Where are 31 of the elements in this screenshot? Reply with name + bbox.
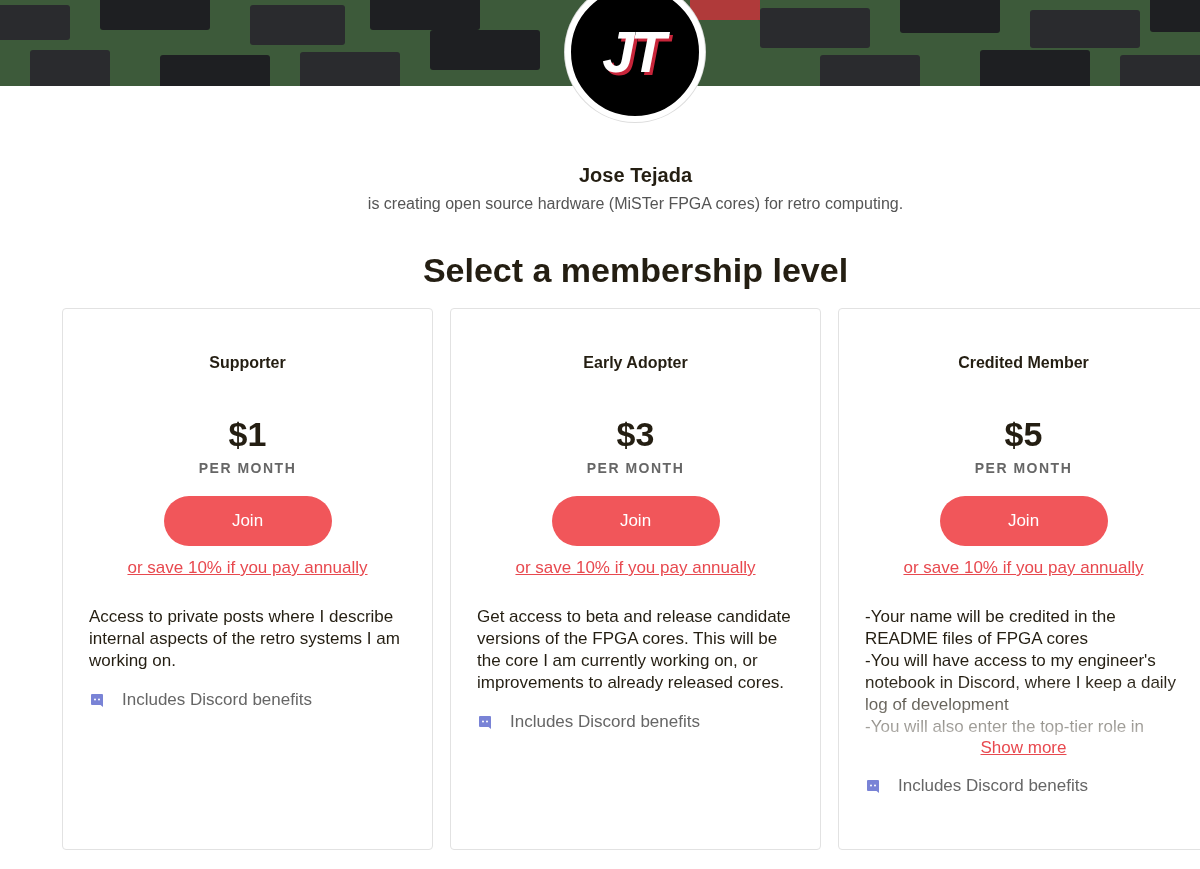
join-button[interactable]: Join [551,496,720,546]
logo: JT [596,17,674,87]
benefit-text: Includes Discord benefits [898,776,1088,796]
benefit-text: Includes Discord benefits [510,712,700,732]
join-button[interactable]: Join [939,496,1108,546]
price-period: PER MONTH [974,460,1073,476]
tier-description: Access to private posts where I describe internal aspects of the retro systems I am working on. [89,606,401,672]
chat-icon [867,779,879,793]
price-period: PER MONTH [586,460,685,476]
tier-price: $1 [228,415,267,454]
tier-price: $5 [1004,415,1043,454]
join-button[interactable]: Join [163,496,332,546]
tier-description: -You will also enter the top-tier role in [865,716,1146,738]
chat-icon [479,715,491,729]
annual-link[interactable]: or save 10% if you pay annually [515,558,756,578]
show-more-link[interactable]: Show more [980,738,1067,758]
tier-description: -You will have access to my engineer's notebook in Discord, where I keep a daily log of development [865,650,1177,716]
tier-description: Get access to beta and release candidate versions of the FPGA cores. This will be the core I am currently working on, or improvements to already released cores. [477,606,792,694]
annual-link[interactable]: or save 10% if you pay annually [127,558,368,578]
chat-icon [91,693,103,707]
price-period: PER MONTH [198,460,297,476]
creator-tagline: is creating open source hardware (MiSTer FPGA cores) for retro computing. [367,195,904,213]
tier-name: Early Adopter [583,354,688,372]
annual-link[interactable]: or save 10% if you pay annually [903,558,1144,578]
benefit-text: Includes Discord benefits [122,690,312,710]
tier-name: Supporter [209,354,286,372]
tier-price: $3 [616,415,655,454]
page-heading: Select a membership level [422,251,849,290]
creator-name: Jose Tejada [579,164,692,187]
tier-name: Credited Member [958,354,1089,372]
tier-description: -Your name will be credited in the README files of FPGA cores [865,606,1117,650]
